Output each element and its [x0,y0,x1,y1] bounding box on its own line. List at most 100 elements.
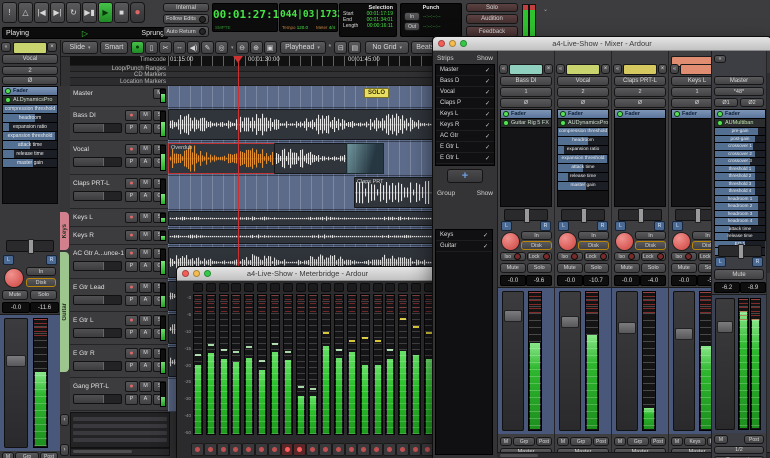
meter-name-button[interactable] [308,283,319,292]
mute-button[interactable]: M [139,177,152,189]
mute-button[interactable]: Mute [714,269,764,280]
record-enable-dot[interactable] [395,442,409,456]
playlist-button[interactable]: P [125,156,138,168]
audio-region[interactable] [168,109,432,140]
group-button[interactable]: Keys [684,437,706,446]
plugin-param-post-gain[interactable]: post-gain [715,135,765,143]
record-enable-dot[interactable] [280,442,294,456]
solo-lock-button[interactable]: Lock [526,252,552,261]
track-header-e-gtr-r[interactable]: E Gtr R●MSPAG [70,346,168,378]
zoom-out-button[interactable]: ⊖ [235,41,249,54]
plugin-param-crossover-3[interactable]: crossover 3 [715,158,765,166]
track-header-keys-l[interactable]: Keys L●MS [70,210,168,227]
play-button[interactable]: ▶ [98,2,113,23]
processor-fader[interactable]: Fader [558,110,608,119]
audio-region[interactable] [168,229,432,244]
meter-name-button[interactable] [193,283,203,292]
plugin-param-master-gain[interactable]: master gain [558,182,608,191]
solo-isolate-button[interactable]: Iso [557,252,583,261]
mute-button[interactable]: Mute [2,290,28,300]
strip-track-name[interactable]: Vocal [557,76,609,86]
record-enable-button[interactable]: ● [125,247,138,259]
plugin-param-headroom-2[interactable]: headroom 2 [715,203,765,211]
gain-display[interactable]: -0.0 [557,275,583,286]
record-enable-dot[interactable] [242,442,255,456]
toolbar-overflow-chevron[interactable]: ⌄ [543,6,548,13]
plugin-param-headroom-3[interactable]: headroom 3 [715,210,765,218]
strip-track-name[interactable]: Vocal [2,54,58,64]
pan-left-button[interactable]: L [615,221,626,231]
track-lane-bass-di[interactable] [168,108,432,142]
track-color-swatch[interactable] [509,64,543,75]
sync-source-button[interactable]: Internal [163,3,209,12]
strip-close-button[interactable]: × [544,64,553,74]
record-enable-dot[interactable] [267,442,281,456]
record-button[interactable]: ● [130,2,145,23]
plugin-param-threshold-4[interactable]: threshold 4 [715,188,765,196]
solo-button[interactable]: Solo [466,3,518,12]
strip-track-name[interactable]: Claps PRT-L [614,76,666,86]
pan-slider[interactable] [561,208,605,223]
plugin-param-pre-gain[interactable]: pre-gain [715,128,765,136]
zoom-focus-dropdown[interactable]: Playhead ▾ [279,41,326,54]
meter-name-button[interactable] [205,283,216,292]
gain-slider[interactable] [73,123,122,133]
audio-region[interactable] [274,143,348,174]
horizontal-scrollbar[interactable] [70,448,170,456]
summary-scroll-right-button[interactable]: › [60,444,69,456]
strip-phase-button[interactable]: Ø [614,98,666,108]
automation-button[interactable]: A [139,122,152,134]
plugin-param-headroom[interactable]: headroom [3,114,57,123]
solo-button[interactable]: Solo [583,263,609,273]
meter-name-button[interactable] [231,283,242,292]
plugin-param-compression-threshold[interactable]: compression threshold [3,105,57,114]
track-header-bass-di[interactable]: Bass DI●MSPAG [70,108,168,141]
meter-name-button[interactable] [398,283,409,292]
plugin-param-attack-time[interactable]: attack time [3,141,57,150]
grid-mode-dropdown[interactable]: No Grid ▾ [365,41,410,54]
track-header-vocal[interactable]: Vocal●MSPAG [70,142,168,175]
gain-slider[interactable] [73,394,122,404]
processor-fader[interactable]: Fader [715,110,765,119]
input-monitor-button[interactable]: In [578,231,609,240]
gain-display[interactable]: -6.2 [714,282,740,293]
peak-display[interactable]: -10.7 [583,275,609,286]
zoom-fit-button[interactable]: ▣ [263,41,277,54]
processor-plugin[interactable]: AUDynamicsPro [558,119,608,128]
gain-fader[interactable] [616,291,638,431]
strip-close-button[interactable]: × [601,64,610,74]
fader-mode-button[interactable]: Post [650,437,666,446]
fader-mode-button[interactable]: Post [744,435,764,444]
pan-left-button[interactable]: L [3,255,14,265]
pan-slider[interactable] [718,244,762,259]
group-tab-keys[interactable]: Keys [60,212,69,250]
gain-display[interactable]: -0.0 [614,275,640,286]
record-enable-button[interactable]: ● [125,380,138,392]
tool-object[interactable]: ● [131,41,144,54]
gain-fader[interactable] [502,291,524,431]
track-lane-claps-prt-l[interactable]: Claps PRT [168,176,432,210]
fader-mode-button[interactable]: Post [593,437,609,446]
solo-button[interactable]: Solo [526,263,552,273]
strip-close-button[interactable]: × [47,42,57,52]
record-enable-button[interactable] [615,232,634,251]
pan-right-button[interactable]: R [654,221,665,231]
processor-box[interactable]: Fader Guitar Rig 5 FX [500,109,552,207]
track-lane-vocal[interactable]: Overdub [168,142,432,176]
output-button[interactable]: 1/2 [714,446,764,454]
playlist-button[interactable]: P [125,122,138,134]
strip-track-name[interactable]: Bass DI [500,76,552,86]
record-enable-dot[interactable] [229,442,243,456]
processor-led[interactable] [5,97,11,103]
loop-button[interactable]: ↻ [66,2,81,23]
track-lane-keys-r[interactable] [168,228,432,246]
group-button[interactable]: Grp [513,437,535,446]
plugin-param-master-gain[interactable]: master gain [3,159,57,168]
plugin-param-expansion-threshold[interactable]: expansion threshold [558,155,608,164]
track-header-ac-gtr-a-unce-1[interactable]: AC Gtr A...unce-1●MSPAG [70,246,168,279]
record-enable-button[interactable] [501,232,520,251]
strip-shrink-button[interactable]: « [499,64,508,74]
solo-isolate-button[interactable]: Iso [671,252,697,261]
plugin-param-attack-time[interactable]: attack time [558,164,608,173]
phase-2-button[interactable]: Ø2 [740,98,764,107]
